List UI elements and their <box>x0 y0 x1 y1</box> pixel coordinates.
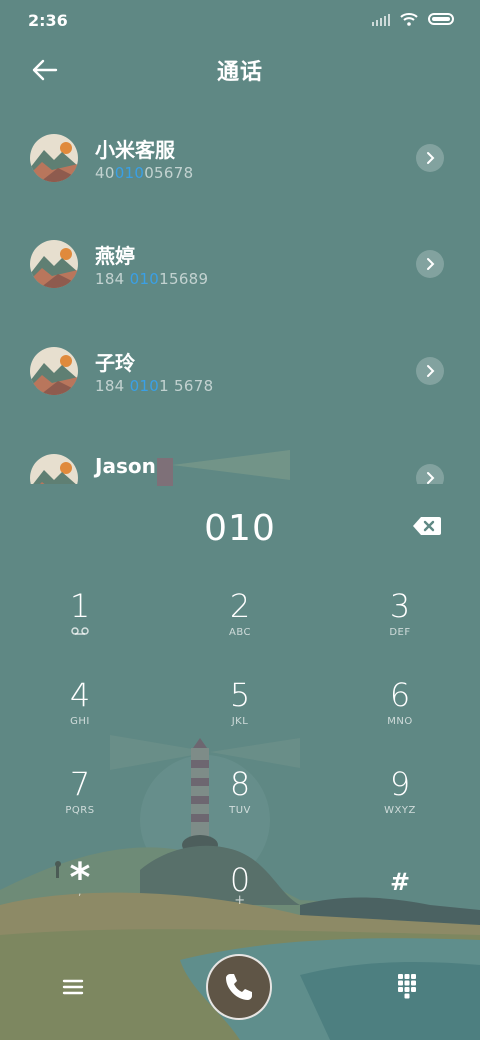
avatar <box>30 454 78 484</box>
contact-item[interactable]: 燕婷 184 01015689 <box>0 210 480 310</box>
key-digit: 7 <box>69 765 91 803</box>
key-letters: ABC <box>228 627 251 638</box>
key-3[interactable]: 3 DEF <box>340 586 460 666</box>
header: 通话 <box>0 48 480 92</box>
voicemail-icon <box>20 626 140 641</box>
status-icons <box>372 12 454 26</box>
call-button[interactable] <box>206 954 272 1020</box>
chevron-right-icon <box>427 152 435 164</box>
backspace-button[interactable] <box>412 514 442 538</box>
contact-name: 小米客服 <box>95 138 175 162</box>
status-time: 2:36 <box>28 11 68 30</box>
contact-detail-button[interactable] <box>416 357 444 385</box>
key-9[interactable]: 9 WXYZ <box>340 764 460 844</box>
key-digit: 3 <box>389 587 411 625</box>
key-letters: DEF <box>389 627 411 638</box>
number-match: 010 <box>114 164 145 182</box>
contact-name: Jason <box>95 454 156 478</box>
contact-item[interactable]: 子玲 184 0101 5678 <box>0 317 480 417</box>
contact-list[interactable]: 小米客服 4001005678 燕婷 184 01015689 子玲 184 0… <box>0 104 480 484</box>
key-letters: MNO <box>387 716 413 727</box>
key-letters: PQRS <box>65 805 95 816</box>
key-6[interactable]: 6 MNO <box>340 675 460 755</box>
key-letters: JKL <box>231 716 249 727</box>
key-star[interactable]: * , <box>20 856 140 936</box>
key-2[interactable]: 2 ABC <box>180 586 300 666</box>
key-1[interactable]: 1 <box>20 586 140 666</box>
dial-input[interactable]: 010 <box>0 508 480 549</box>
contact-item[interactable]: Jason <box>0 424 480 484</box>
contact-detail-button[interactable] <box>416 464 444 484</box>
key-8[interactable]: 8 TUV <box>180 764 300 844</box>
key-letters: TUV <box>229 805 251 816</box>
chevron-right-icon <box>427 472 435 484</box>
key-7[interactable]: 7 PQRS <box>20 764 140 844</box>
chevron-right-icon <box>427 365 435 377</box>
key-letters: + <box>234 893 246 908</box>
number-match: 010 <box>129 377 160 395</box>
menu-icon <box>62 979 84 995</box>
phone-icon <box>226 974 252 1000</box>
contact-number: 4001005678 <box>95 164 194 182</box>
page-title: 通话 <box>216 60 263 85</box>
status-bar: 2:36 <box>0 0 480 40</box>
contact-name: 燕婷 <box>95 244 135 268</box>
contact-item[interactable]: 小米客服 4001005678 <box>0 104 480 204</box>
key-digit: 8 <box>229 765 251 803</box>
key-digit: 2 <box>229 587 251 625</box>
avatar <box>30 240 78 288</box>
key-letters: GHI <box>70 716 90 727</box>
contact-detail-button[interactable] <box>416 250 444 278</box>
battery-icon <box>428 13 454 25</box>
key-digit: 9 <box>389 765 411 803</box>
menu-button[interactable] <box>58 972 88 1002</box>
backspace-icon <box>413 517 441 535</box>
key-digit: 6 <box>389 676 411 714</box>
key-digit: 4 <box>69 676 91 714</box>
key-hash[interactable]: # <box>340 862 460 942</box>
dialpad-icon <box>398 974 416 999</box>
dial-display: 010 <box>0 504 480 552</box>
key-digit: 5 <box>229 676 251 714</box>
contact-number: 184 0101 5678 <box>95 377 214 395</box>
wifi-icon <box>400 13 418 26</box>
dialpad-button[interactable] <box>392 970 422 1000</box>
key-letters: WXYZ <box>384 805 416 816</box>
key-letters: , <box>78 887 82 898</box>
avatar <box>30 347 78 395</box>
contact-detail-button[interactable] <box>416 144 444 172</box>
key-0[interactable]: 0 + <box>180 856 300 936</box>
chevron-right-icon <box>427 258 435 270</box>
contact-name: 子玲 <box>95 351 135 375</box>
avatar <box>30 134 78 182</box>
key-4[interactable]: 4 GHI <box>20 675 140 755</box>
key-digit: 1 <box>69 587 91 625</box>
number-match: 010 <box>129 270 160 288</box>
key-5[interactable]: 5 JKL <box>180 675 300 755</box>
contact-number: 184 01015689 <box>95 270 209 288</box>
signal-icon <box>372 12 390 26</box>
key-digit: # <box>389 868 411 896</box>
bottom-bar <box>0 952 480 1022</box>
